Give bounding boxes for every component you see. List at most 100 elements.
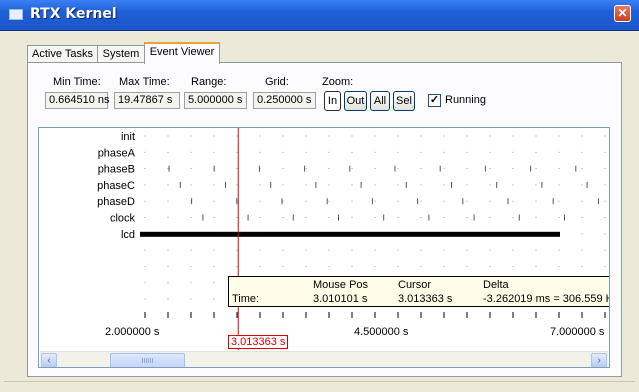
- grid-dot: [397, 249, 399, 251]
- grid-dot: [328, 200, 330, 202]
- grid-dot: [558, 217, 560, 218]
- grid-dot: [190, 265, 192, 267]
- grid-dot: [581, 168, 583, 170]
- grid-dot: [167, 184, 169, 186]
- grid-dot: [167, 135, 169, 137]
- scroll-thumb[interactable]: [110, 353, 185, 367]
- tooltip-time-label: Time:: [232, 293, 260, 305]
- grid-dot: [144, 282, 146, 284]
- scroll-left-button[interactable]: ‹: [41, 353, 57, 367]
- grid-dot: [328, 217, 330, 218]
- grid-dot: [374, 184, 376, 186]
- grid-dot: [351, 135, 353, 137]
- grid-dot: [374, 200, 376, 202]
- grid-dot: [282, 168, 284, 170]
- grid-dot: [558, 184, 560, 186]
- grid-dot: [374, 265, 376, 267]
- grid-dot: [213, 217, 215, 218]
- grid-dot: [190, 282, 192, 284]
- grid-dot: [213, 151, 215, 153]
- grid-dot: [420, 168, 422, 170]
- grid-dot: [512, 200, 514, 202]
- grid-dot: [443, 184, 445, 186]
- grid-field: 0.250000 s: [253, 92, 316, 109]
- grid-dot: [604, 200, 606, 202]
- scroll-right-button[interactable]: ›: [591, 353, 607, 367]
- grid-dot: [190, 249, 192, 251]
- grid-dot: [489, 200, 491, 202]
- grid-dot: [535, 217, 537, 218]
- grid-dot: [443, 168, 445, 170]
- grid-dot: [535, 265, 537, 267]
- grid-dot: [236, 217, 238, 218]
- grid-dot: [144, 184, 146, 186]
- grid-dot: [512, 265, 514, 267]
- zoom-all-button[interactable]: All: [370, 91, 390, 111]
- grid-dot: [397, 168, 399, 170]
- grid-dot: [190, 168, 192, 170]
- event-timeline[interactable]: init phaseA phaseB phaseC phaseD clock lcd Tim…: [38, 127, 610, 368]
- grid-dot: [604, 249, 606, 251]
- axis-label-mid: 4.500000 s: [354, 326, 409, 338]
- grid-dot: [282, 265, 284, 267]
- grid-dot: [305, 184, 307, 186]
- grid-dot: [558, 135, 560, 137]
- grid-dot: [305, 151, 307, 153]
- grid-dot: [443, 265, 445, 267]
- grid-dot: [558, 249, 560, 251]
- grid-dot: [328, 151, 330, 153]
- range-label: Range:: [191, 76, 227, 88]
- row-label-phaseB: phaseB: [98, 164, 135, 176]
- grid-dot: [512, 135, 514, 137]
- grid-dot: [144, 168, 146, 170]
- grid-dot: [328, 265, 330, 267]
- zoom-in-button[interactable]: In: [324, 91, 341, 111]
- min-time-field: 0.664510 ns: [45, 92, 110, 109]
- window-icon: [9, 9, 23, 20]
- title-bar[interactable]: RTX Kernel ✕: [0, 0, 639, 31]
- grid-dot: [581, 200, 583, 202]
- grid-dot: [282, 151, 284, 153]
- grid-dot: [167, 200, 169, 202]
- grid-dot: [581, 135, 583, 137]
- grid-dot: [558, 168, 560, 170]
- grid-dot: [167, 217, 169, 218]
- grid-dot: [328, 249, 330, 251]
- grid-dot: [259, 151, 261, 153]
- grid-dot: [351, 168, 353, 170]
- tab-event-viewer[interactable]: Event Viewer: [144, 42, 220, 64]
- tab-active-tasks[interactable]: Active Tasks: [27, 45, 98, 62]
- running-label[interactable]: Running: [445, 94, 486, 106]
- grid-dot: [466, 151, 468, 153]
- running-checkbox[interactable]: ✓: [428, 94, 441, 107]
- grid-dot: [144, 298, 146, 300]
- grid-dot: [236, 184, 238, 186]
- grid-dot: [466, 168, 468, 170]
- close-button[interactable]: ✕: [614, 5, 631, 22]
- tab-system[interactable]: System: [97, 45, 145, 62]
- grid-dot: [558, 265, 560, 267]
- grid-dot: [374, 249, 376, 251]
- grid-dot: [535, 200, 537, 202]
- max-time-field: 19.47867 s: [114, 92, 180, 109]
- zoom-sel-button[interactable]: Sel: [393, 91, 415, 111]
- grid-dot: [305, 168, 307, 170]
- grid-dot: [581, 233, 583, 235]
- grid-dot: [282, 135, 284, 137]
- horizontal-scrollbar[interactable]: ‹ ›: [40, 351, 608, 367]
- grid-label: Grid:: [265, 76, 289, 88]
- grid-dot: [144, 265, 146, 267]
- grid-dot: [512, 168, 514, 170]
- grid-dot: [167, 282, 169, 284]
- grid-dot: [466, 184, 468, 186]
- tooltip-cursor-value: 3.013363 s: [398, 293, 453, 305]
- timeline-canvas[interactable]: init phaseA phaseB phaseC phaseD clock lcd: [39, 128, 609, 350]
- grid-dot: [374, 217, 376, 218]
- grid-dot: [535, 135, 537, 137]
- zoom-out-button[interactable]: Out: [344, 91, 367, 111]
- grid-dot: [604, 151, 606, 153]
- grid-dot: [144, 135, 146, 137]
- grid-dot: [512, 151, 514, 153]
- grid-dot: [351, 151, 353, 153]
- grid-dot: [167, 151, 169, 153]
